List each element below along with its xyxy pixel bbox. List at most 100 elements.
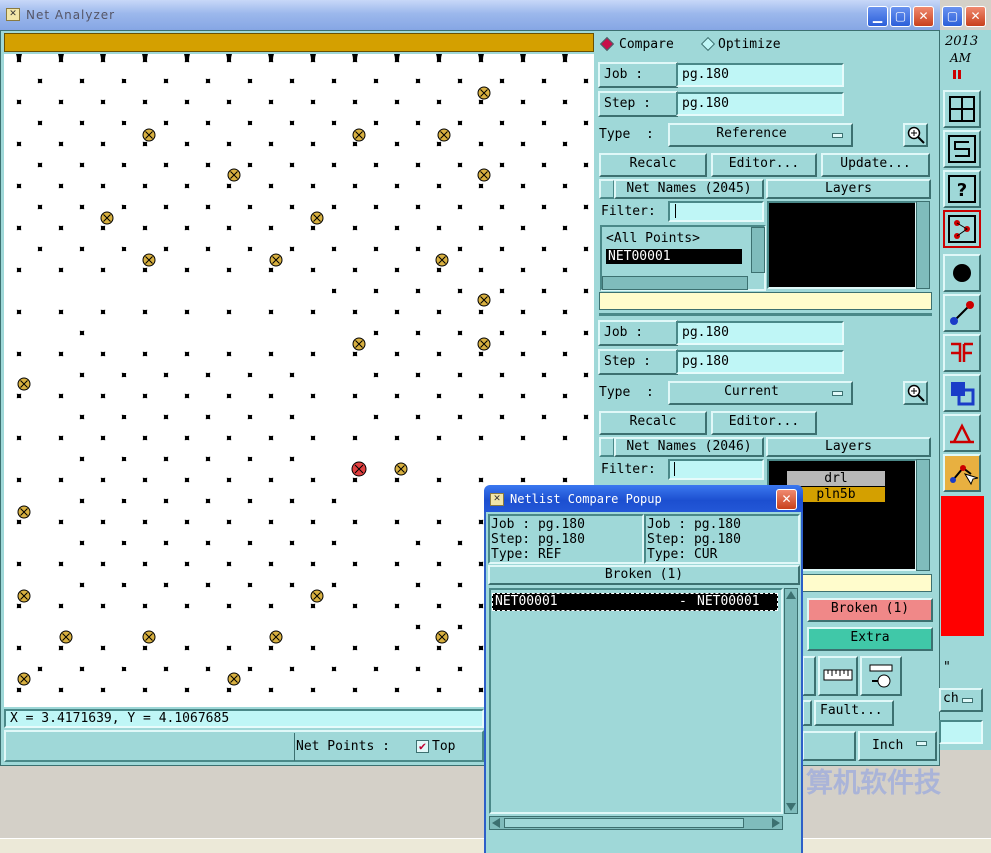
cur-editor-button[interactable]: Editor... [711, 411, 817, 435]
connect-tool-button[interactable] [943, 294, 981, 332]
scroll-up-arrow-icon[interactable] [786, 591, 796, 599]
fault-button[interactable]: Fault... [814, 700, 894, 726]
measure-icon [950, 423, 974, 444]
cur-layers-vscroll[interactable] [916, 459, 930, 571]
top-checkbox[interactable]: ✔ [416, 740, 429, 753]
popup-cur-type: Type: CUR [647, 547, 718, 562]
measure-tool-button[interactable] [943, 414, 981, 452]
cur-step-field[interactable]: pg.180 [676, 350, 844, 374]
help-icon: ? [948, 175, 976, 203]
popup-broken-list[interactable]: NET00001 - NET00001 [489, 588, 783, 814]
cur-job-label: Job : [598, 320, 678, 346]
ref-layers-list[interactable] [767, 201, 917, 289]
broken-row-ref-net: NET00001 [495, 594, 558, 609]
pcb-plane-trace [32, 614, 387, 636]
ref-layers-vscroll[interactable] [916, 201, 930, 289]
net-analyzer-icon [948, 215, 976, 243]
route-tool-button[interactable] [943, 130, 981, 168]
popup-cur-info: Job : pg.180 Step: pg.180 Type: CUR [644, 514, 800, 564]
ref-filter-caret [675, 204, 676, 218]
ref-type-dropdown[interactable]: Reference [668, 123, 853, 147]
wrench-icon [869, 664, 893, 688]
maximize-button[interactable]: ▢ [890, 6, 911, 27]
hscroll-thumb[interactable] [504, 818, 744, 828]
units-dropdown[interactable]: Inch [858, 731, 937, 761]
ref-step-field[interactable]: pg.180 [676, 92, 844, 116]
highlight-net-icon [950, 465, 979, 486]
ref-header-stub [599, 179, 615, 199]
popup-cur-step: Step: pg.180 [647, 532, 741, 547]
pad-tool-button[interactable] [943, 254, 981, 292]
ref-update-button[interactable]: Update... [821, 153, 930, 177]
pause-indicator-icon [953, 70, 961, 79]
scroll-down-arrow-icon[interactable] [786, 803, 796, 811]
ref-net-list-hscroll[interactable] [602, 276, 748, 290]
broken-list-row[interactable]: NET00001 - NET00001 [492, 593, 778, 611]
scroll-right-arrow-icon[interactable] [772, 818, 780, 828]
outer-maximize-button[interactable]: ▢ [942, 6, 963, 27]
ref-net-list-item-selected[interactable]: NET00001 [606, 249, 742, 264]
ref-filter-input[interactable] [668, 201, 764, 222]
cur-net-names-header[interactable]: Net Names (2046) [614, 437, 764, 457]
netlist-compare-popup: Job : pg.180 Step: pg.180 Type: REF Job … [484, 512, 803, 853]
ref-editor-button[interactable]: Editor... [711, 153, 817, 177]
popup-title-bar[interactable]: ✕ Netlist Compare Popup ✕ [484, 485, 803, 513]
ref-net-names-header[interactable]: Net Names (2045) [614, 179, 764, 199]
close-button[interactable]: ✕ [913, 6, 934, 27]
cur-zoom-button[interactable] [903, 381, 928, 405]
ref-net-list-item[interactable]: <All Points> [606, 231, 700, 247]
ref-layers-header[interactable]: Layers [766, 179, 931, 199]
minimize-button[interactable]: ▁ [867, 6, 888, 27]
popup-list-hscroll[interactable] [489, 816, 783, 830]
partial-fault-button[interactable] [802, 700, 812, 726]
cur-type-dropdown[interactable]: Current [668, 381, 853, 405]
highlight-net-tool-button[interactable] [943, 454, 981, 492]
popup-close-button[interactable]: ✕ [776, 489, 797, 510]
partial-bottom-button[interactable] [802, 731, 856, 761]
popup-ref-type: Type: REF [491, 547, 562, 562]
zoom-icon [907, 384, 925, 402]
layout-tool-button[interactable] [943, 90, 981, 128]
partial-tool-button[interactable] [802, 656, 816, 696]
layout-icon [949, 96, 975, 122]
group-tool-button[interactable] [943, 374, 981, 412]
broken-button[interactable]: Broken (1) [807, 598, 933, 622]
ref-zoom-button[interactable] [903, 123, 928, 147]
optimize-radio-label[interactable]: Optimize [718, 37, 781, 53]
section-divider [599, 313, 932, 316]
extra-button[interactable]: Extra [807, 627, 933, 651]
ref-job-field[interactable]: pg.180 [676, 63, 844, 87]
side-dropdown[interactable]: ch [939, 688, 983, 712]
wrench-tool-button[interactable] [860, 656, 902, 696]
ruler-tool-button[interactable] [818, 656, 858, 696]
clock-year: 2013 [945, 34, 979, 49]
net-points-label: Net Points : [296, 739, 390, 754]
cur-recalc-button[interactable]: Recalc [599, 411, 707, 435]
route-icon [948, 135, 976, 163]
pad-icon [953, 264, 971, 282]
ref-net-list-vscroll[interactable] [751, 227, 765, 273]
side-field[interactable] [939, 720, 983, 744]
scroll-left-arrow-icon[interactable] [492, 818, 500, 828]
cur-filter-label: Filter: [601, 462, 656, 477]
cur-job-field[interactable]: pg.180 [676, 321, 844, 345]
split-tool-button[interactable] [943, 334, 981, 372]
coords-readout: X = 3.4171639, Y = 4.1067685 [4, 709, 484, 728]
net-analyzer-tool-button[interactable] [943, 210, 981, 248]
popup-list-vscroll[interactable] [784, 588, 798, 814]
layer-item-drl[interactable]: drl [787, 471, 885, 486]
ref-filter-label: Filter: [601, 204, 656, 219]
split-icon [951, 342, 973, 362]
background-watermark-text: 算机软件技 [806, 768, 941, 799]
help-tool-button[interactable]: ? [943, 170, 981, 208]
compare-radio-label[interactable]: Compare [619, 37, 674, 53]
gold-status-bar [4, 33, 594, 52]
alert-red-panel [941, 496, 984, 636]
main-title-bar[interactable]: ✕ Net Analyzer ▁ ▢ ✕ [0, 0, 940, 30]
clock-ampm: AM [950, 51, 971, 65]
outer-close-button[interactable]: ✕ [965, 6, 986, 27]
cur-layers-header[interactable]: Layers [766, 437, 931, 457]
cur-filter-input[interactable] [668, 459, 764, 480]
cur-type-label: Type : [599, 385, 654, 400]
ref-recalc-button[interactable]: Recalc [599, 153, 707, 177]
